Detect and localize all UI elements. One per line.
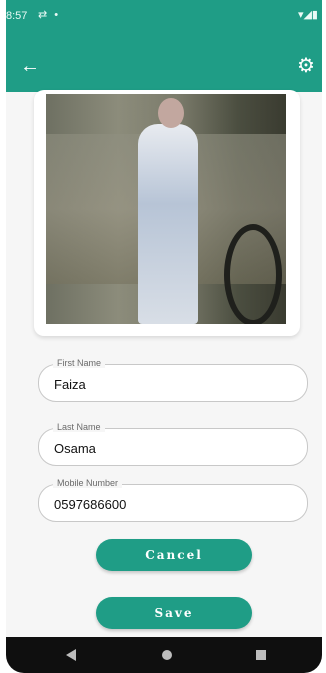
profile-photo[interactable] <box>46 94 286 324</box>
first-name-input[interactable] <box>52 365 296 403</box>
last-name-field[interactable]: Last Name <box>38 422 308 467</box>
mobile-number-input[interactable] <box>52 485 296 523</box>
nav-home-icon[interactable] <box>162 650 172 660</box>
system-status-icons: ▾◢▮ <box>297 9 318 21</box>
cancel-button[interactable]: Cancel <box>96 539 252 571</box>
nav-recents-icon[interactable] <box>256 650 266 660</box>
back-arrow-icon[interactable]: ← <box>18 54 42 78</box>
photo-person-head <box>158 98 184 128</box>
notification-icons: ⇄ • <box>38 9 61 21</box>
photo-person <box>138 124 198 324</box>
app-bar: ← ⚙ <box>6 40 322 92</box>
system-nav-bar <box>6 637 322 673</box>
first-name-field[interactable]: First Name <box>38 358 308 403</box>
settings-gear-icon[interactable]: ⚙ <box>294 54 318 78</box>
photo-wheel <box>224 224 282 324</box>
nav-back-icon[interactable] <box>66 649 76 661</box>
profile-photo-card <box>34 90 300 336</box>
phone-screen: 8:57 ⇄ • ▾◢▮ ← ⚙ First Name Last Name Mo… <box>6 0 322 673</box>
last-name-input[interactable] <box>52 429 296 467</box>
status-bar: 8:57 ⇄ • ▾◢▮ <box>6 0 322 40</box>
mobile-number-field[interactable]: Mobile Number <box>38 478 308 523</box>
save-button[interactable]: Save <box>96 597 252 629</box>
status-time: 8:57 <box>6 10 28 22</box>
